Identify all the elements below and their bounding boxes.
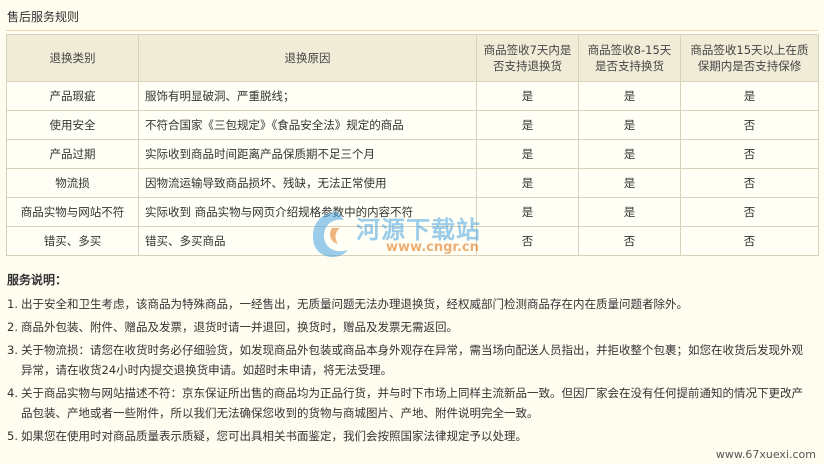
cell-category: 使用安全	[6, 110, 139, 140]
table-row: 错买、多买 错买、多买商品 否 否 否	[6, 226, 819, 256]
service-notes-list: 1. 出于安全和卫生考虑，该商品为特殊商品，一经售出，无质量问题无法办理退换货，…	[7, 294, 813, 449]
cell-7days: 是	[476, 139, 579, 169]
cell-category: 错买、多买	[6, 226, 139, 256]
notes-title: 服务说明：	[7, 273, 68, 287]
list-item: 1. 出于安全和卫生考虑，该商品为特殊商品，一经售出，无质量问题无法办理退换货，…	[7, 294, 813, 314]
col-header-warranty: 商品签收15天以上在质保期内是否支持保修	[680, 34, 819, 82]
col-header-7days: 商品签收7天内是否支持退换货	[476, 34, 579, 82]
cell-8-15days: 是	[578, 139, 681, 169]
section-title: 售后服务规则	[7, 10, 80, 24]
note-text: 如果您在使用时对商品质量表示质疑，您可出具相关书面鉴定，我们会按照国家法律规定予…	[21, 429, 527, 443]
cell-category: 产品过期	[6, 139, 139, 169]
cell-8-15days: 是	[578, 197, 681, 227]
cell-7days: 是	[476, 197, 579, 227]
list-item: 5. 如果您在使用时对商品质量表示质疑，您可出具相关书面鉴定，我们会按照国家法律…	[7, 426, 813, 446]
note-text: 出于安全和卫生考虑，该商品为特殊商品，一经售出，无质量问题无法办理退换货，经权威…	[21, 297, 688, 311]
note-text: 关于物流损：请您在收货时务必仔细验货，如发现商品外包装或商品本身外观存在异常，需…	[21, 343, 803, 377]
col-header-reason: 退换原因	[138, 34, 477, 82]
note-number: 1.	[7, 297, 18, 311]
cell-warranty: 是	[680, 81, 819, 111]
note-text: 关于商品实物与网站描述不符：京东保证所出售的商品均为正品行货，并与时下市场上同样…	[21, 386, 803, 420]
after-sales-rules-table: 退换类别 退换原因 商品签收7天内是否支持退换货 商品签收8-15天是否支持换货…	[6, 34, 819, 256]
cell-reason: 实际收到 商品实物与网页介绍规格参数中的内容不符	[138, 197, 477, 227]
table-row: 产品过期 实际收到商品时间距离产品保质期不足三个月 是 是 否	[6, 139, 819, 169]
cell-reason: 因物流运输导致商品损坏、残缺，无法正常使用	[138, 168, 477, 198]
cell-warranty: 否	[680, 168, 819, 198]
note-number: 2.	[7, 320, 18, 334]
cell-7days: 是	[476, 168, 579, 198]
table-row: 产品瑕疵 服饰有明显破洞、严重脱线； 是 是 是	[6, 81, 819, 111]
col-header-category: 退换类别	[6, 34, 139, 82]
cell-8-15days: 是	[578, 168, 681, 198]
cell-reason: 错买、多买商品	[138, 226, 477, 256]
cell-7days: 是	[476, 110, 579, 140]
cell-warranty: 否	[680, 197, 819, 227]
table-row: 商品实物与网站不符 实际收到 商品实物与网页介绍规格参数中的内容不符 是 是 否	[6, 197, 819, 227]
cell-warranty: 否	[680, 139, 819, 169]
cell-8-15days: 否	[578, 226, 681, 256]
cell-8-15days: 是	[578, 81, 681, 111]
table-header-row: 退换类别 退换原因 商品签收7天内是否支持退换货 商品签收8-15天是否支持换货…	[6, 34, 819, 82]
list-item: 2. 商品外包装、附件、赠品及发票，退货时请一并退回，换货时，赠品及发票无需返回…	[7, 317, 813, 337]
note-number: 5.	[7, 429, 18, 443]
table-row: 使用安全 不符合国家《三包规定》《食品安全法》规定的商品 是 是 否	[6, 110, 819, 140]
list-item: 4. 关于商品实物与网站描述不符：京东保证所出售的商品均为正品行货，并与时下市场…	[7, 383, 813, 423]
cell-reason: 实际收到商品时间距离产品保质期不足三个月	[138, 139, 477, 169]
cell-category: 物流损	[6, 168, 139, 198]
cell-8-15days: 是	[578, 110, 681, 140]
cell-7days: 是	[476, 81, 579, 111]
corner-site-url: www.67xuexi.com	[715, 448, 816, 461]
cell-category: 商品实物与网站不符	[6, 197, 139, 227]
cell-warranty: 否	[680, 226, 819, 256]
cell-category: 产品瑕疵	[6, 81, 139, 111]
cell-7days: 否	[476, 226, 579, 256]
section-divider	[6, 30, 818, 31]
cell-reason: 服饰有明显破洞、严重脱线；	[138, 81, 477, 111]
cell-warranty: 否	[680, 110, 819, 140]
cell-reason: 不符合国家《三包规定》《食品安全法》规定的商品	[138, 110, 477, 140]
table-row: 物流损 因物流运输导致商品损坏、残缺，无法正常使用 是 是 否	[6, 168, 819, 198]
col-header-8-15days: 商品签收8-15天是否支持换货	[578, 34, 681, 82]
note-number: 4.	[7, 386, 18, 400]
note-number: 3.	[7, 343, 18, 357]
list-item: 3. 关于物流损：请您在收货时务必仔细验货，如发现商品外包装或商品本身外观存在异…	[7, 340, 813, 380]
note-text: 商品外包装、附件、赠品及发票，退货时请一并退回，换货时，赠品及发票无需返回。	[21, 320, 458, 334]
